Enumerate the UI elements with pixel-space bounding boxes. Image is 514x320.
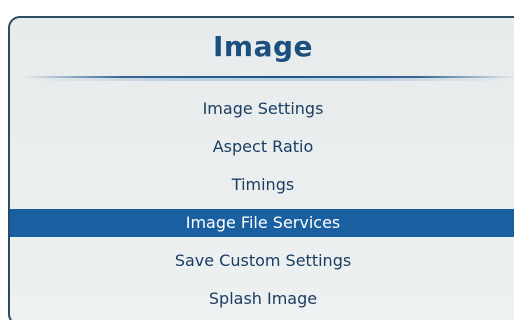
menu-item-image-settings[interactable]: Image Settings xyxy=(10,90,514,128)
menu-list: Image Settings Aspect Ratio Timings Imag… xyxy=(10,90,514,318)
menu-title: Image xyxy=(212,30,314,63)
menu-item-timings[interactable]: Timings xyxy=(10,166,514,204)
menu-item-splash-image[interactable]: Splash Image xyxy=(10,280,514,318)
menu-item-image-file-services[interactable]: Image File Services xyxy=(10,209,514,237)
title-divider-glow xyxy=(24,78,514,81)
image-menu-panel: Image Image Settings Aspect Ratio Timing… xyxy=(8,16,514,320)
menu-item-save-custom-settings[interactable]: Save Custom Settings xyxy=(10,242,514,280)
menu-item-aspect-ratio[interactable]: Aspect Ratio xyxy=(10,128,514,166)
